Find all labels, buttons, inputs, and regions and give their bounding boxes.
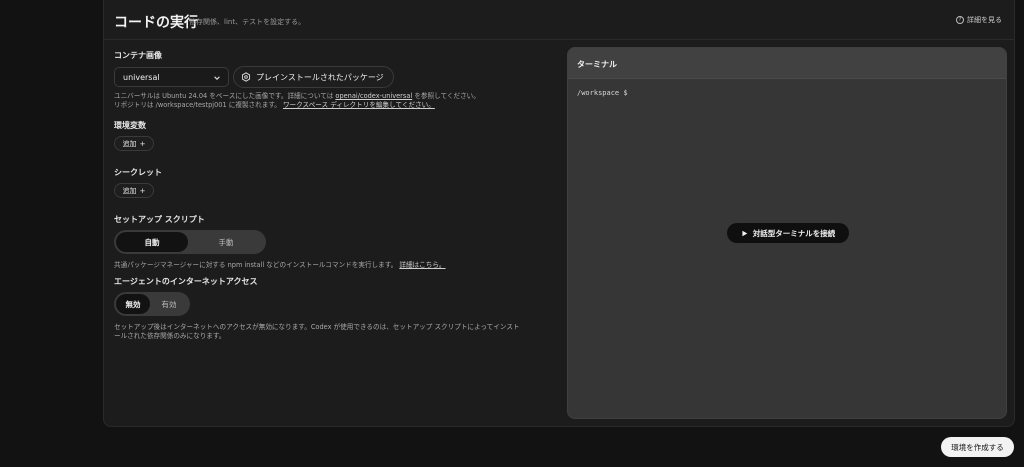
- internet-enabled-option[interactable]: 有効: [150, 294, 188, 314]
- terminal-prompt: /workspace $: [577, 89, 628, 97]
- plus-icon: +: [139, 186, 146, 195]
- internet-access-toggle: 無効 有効: [114, 292, 190, 316]
- add-env-var-button[interactable]: 追加 +: [114, 136, 154, 151]
- container-image-select[interactable]: universal: [114, 67, 229, 87]
- terminal-panel: ターミナル /workspace $ 対話型ターミナルを接続: [567, 47, 1007, 419]
- details-link[interactable]: ? 詳細を見る: [956, 15, 1002, 25]
- setup-script-label: セットアップ スクリプト: [114, 215, 205, 224]
- details-link-label: 詳細を見る: [967, 16, 1002, 24]
- page-title: コードの実行: [114, 15, 198, 31]
- container-image-help-2: リポジトリは /workspace/testpj001 に複製されます。 ワーク…: [114, 99, 435, 109]
- help-text: リポジトリは /workspace/testpj001 に複製されます。: [114, 101, 281, 109]
- hexagon-gear-icon: [241, 72, 251, 82]
- chevron-down-icon: [214, 76, 220, 80]
- add-label: 追加: [122, 139, 137, 148]
- setup-auto-option[interactable]: 自動: [116, 232, 188, 252]
- add-label: 追加: [122, 186, 137, 195]
- terminal-title: ターミナル: [568, 48, 1006, 79]
- help-text: 共通パッケージマネージャーに対する npm install などのインストールコ…: [114, 261, 398, 269]
- help-circle-icon: ?: [956, 16, 964, 24]
- internet-access-label: エージェントのインターネットアクセス: [114, 277, 258, 286]
- internet-access-help-2: ールされた依存関係のみになります。: [114, 332, 226, 340]
- setup-script-toggle: 自動 手動: [114, 230, 266, 254]
- plus-icon: +: [139, 139, 146, 148]
- connect-terminal-button[interactable]: 対話型ターミナルを接続: [727, 223, 849, 243]
- add-secret-button[interactable]: 追加 +: [114, 183, 154, 198]
- page-subtitle: 依存関係、lint、テストを設定する。: [189, 18, 306, 26]
- learn-more-link[interactable]: 詳細はこちら。: [399, 261, 445, 269]
- preinstalled-packages-label: プレインストールされたパッケージ: [256, 72, 384, 82]
- secrets-label: シークレット: [114, 168, 162, 177]
- container-image-label: コンテナ画像: [114, 51, 162, 60]
- setup-manual-option[interactable]: 手動: [188, 232, 264, 252]
- play-icon: [742, 230, 748, 236]
- setup-script-help: 共通パッケージマネージャーに対する npm install などのインストールコ…: [114, 259, 446, 269]
- internet-disabled-option[interactable]: 無効: [116, 294, 150, 314]
- create-environment-button[interactable]: 環境を作成する: [941, 437, 1014, 457]
- preinstalled-packages-button[interactable]: プレインストールされたパッケージ: [233, 66, 394, 88]
- panel-header: コードの実行 依存関係、lint、テストを設定する。 ? 詳細を見る: [104, 0, 1014, 40]
- container-image-value: universal: [123, 73, 160, 82]
- edit-workspace-link[interactable]: ワークスペース ディレクトリを編集してください。: [283, 101, 435, 109]
- environment-panel: コードの実行 依存関係、lint、テストを設定する。 ? 詳細を見る コンテナ画…: [103, 0, 1015, 427]
- env-vars-label: 環境変数: [114, 121, 146, 130]
- connect-terminal-label: 対話型ターミナルを接続: [752, 228, 836, 238]
